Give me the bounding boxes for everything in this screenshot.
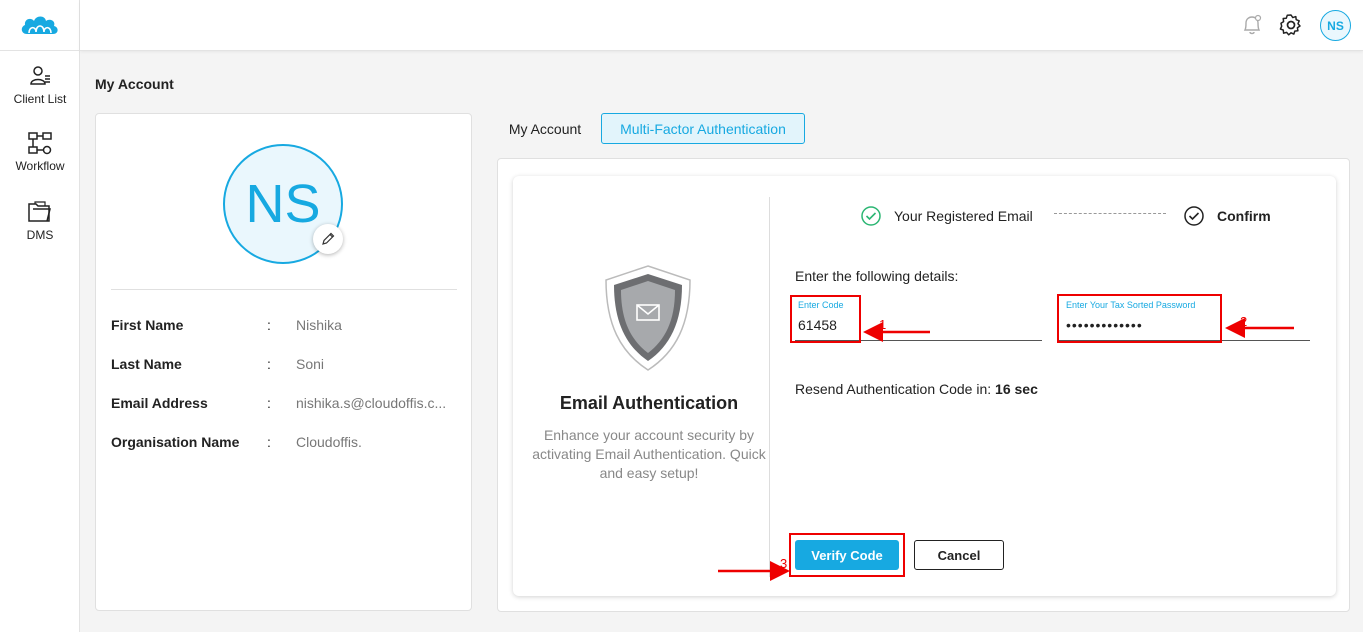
profile-card: NS First Name : Nishika Last Name : Soni… xyxy=(95,113,472,611)
field-label: Email Address xyxy=(111,395,208,411)
top-bar xyxy=(80,0,1363,51)
field-label: Last Name xyxy=(111,356,182,372)
step-connector xyxy=(1054,213,1166,214)
annotation-highlight-verify xyxy=(789,533,905,577)
field-value: nishika.s@cloudoffis.c... xyxy=(296,395,447,411)
check-circle-icon xyxy=(1184,206,1204,226)
profile-row-last-name: Last Name : Soni xyxy=(111,356,457,376)
sidebar-item-dms[interactable]: DMS xyxy=(0,200,80,242)
mfa-divider xyxy=(769,197,770,577)
resend-timer: Resend Authentication Code in: 16 sec xyxy=(795,381,1038,397)
field-value: Nishika xyxy=(296,317,342,333)
shield-email-icon xyxy=(602,264,694,377)
edit-avatar-button[interactable] xyxy=(313,224,343,254)
folder-icon xyxy=(28,201,51,222)
sidebar-item-label: Client List xyxy=(13,92,67,106)
field-colon: : xyxy=(267,356,271,372)
check-circle-icon xyxy=(861,206,881,226)
notification-bell-icon[interactable] xyxy=(1241,13,1263,42)
sidebar-item-workflow[interactable]: Workflow xyxy=(0,131,80,173)
profile-divider xyxy=(111,289,457,290)
field-colon: : xyxy=(267,317,271,333)
cancel-button[interactable]: Cancel xyxy=(914,540,1004,570)
user-list-icon xyxy=(30,66,50,85)
annotation-number-3: 3 xyxy=(780,556,788,571)
details-label: Enter the following details: xyxy=(795,268,959,284)
pencil-icon xyxy=(322,232,335,245)
annotation-highlight-code xyxy=(790,295,861,343)
sidebar-item-label: DMS xyxy=(26,228,54,242)
step-registered-email: Your Registered Email xyxy=(860,205,1033,227)
profile-row-first-name: First Name : Nishika xyxy=(111,317,457,337)
annotation-highlight-password xyxy=(1057,294,1222,343)
tab-my-account[interactable]: My Account xyxy=(497,113,593,144)
user-avatar[interactable]: NS xyxy=(1320,10,1351,41)
field-value: Cloudoffis. xyxy=(296,434,362,450)
annotation-number-2: 2 xyxy=(1240,314,1248,329)
workflow-icon xyxy=(28,132,52,155)
tab-multi-factor-authentication[interactable]: Multi-Factor Authentication xyxy=(601,113,805,144)
app-logo[interactable] xyxy=(0,0,80,51)
field-colon: : xyxy=(267,434,271,450)
cloud-logo-icon xyxy=(21,16,58,34)
resend-label: Resend Authentication Code in: xyxy=(795,381,992,397)
resend-countdown: 16 sec xyxy=(995,381,1038,397)
field-colon: : xyxy=(267,395,271,411)
annotation-number-1: 1 xyxy=(879,317,887,332)
settings-gear-icon[interactable] xyxy=(1279,13,1303,42)
step-label: Confirm xyxy=(1217,208,1271,224)
field-label: Organisation Name xyxy=(111,434,240,450)
profile-row-email: Email Address : nishika.s@cloudoffis.c..… xyxy=(111,395,457,415)
mfa-description: Enhance your account security by activat… xyxy=(532,427,766,481)
step-label: Your Registered Email xyxy=(894,208,1033,224)
sidebar-item-label: Workflow xyxy=(15,159,65,173)
sidebar: Client List Workflow DMS xyxy=(0,0,80,632)
profile-row-organisation: Organisation Name : Cloudoffis. xyxy=(111,434,457,454)
mfa-title: Email Authentication xyxy=(559,393,739,413)
field-value: Soni xyxy=(296,356,325,372)
page-title: My Account xyxy=(95,76,174,92)
field-label: First Name xyxy=(111,317,184,333)
step-confirm: Confirm xyxy=(1183,205,1271,227)
sidebar-item-client-list[interactable]: Client List xyxy=(0,64,80,106)
